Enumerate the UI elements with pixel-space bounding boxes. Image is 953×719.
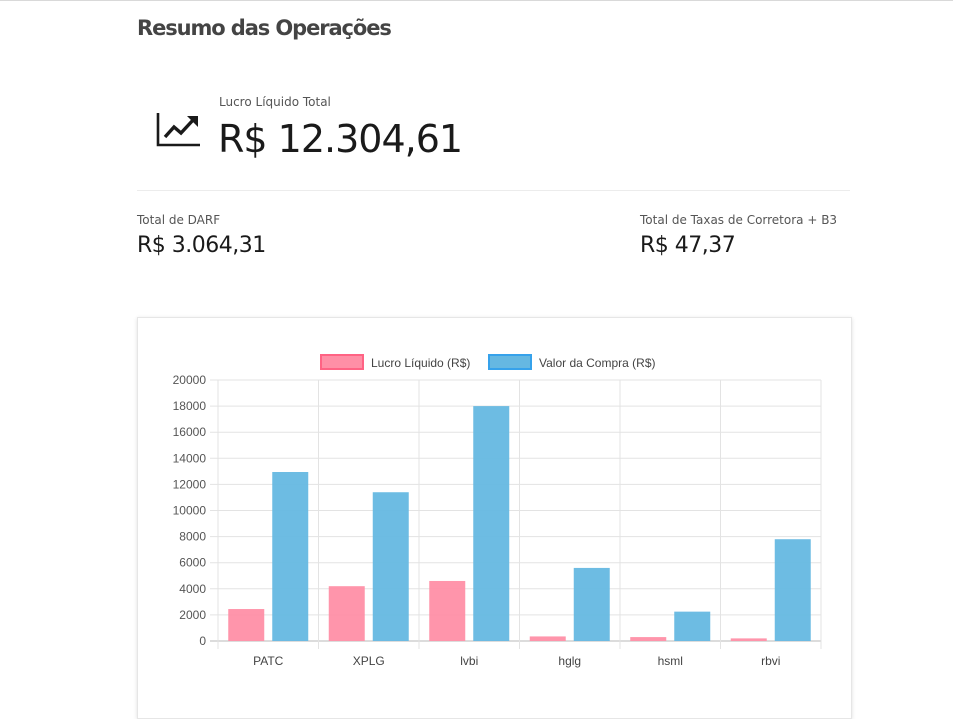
bar-chart: 0 2000 4000 6000 8000 10000 12000 14000 16000 180…: [173, 354, 822, 668]
chart-card: 0 2000 4000 6000 8000 10000 12000 14000 16000 180…: [137, 317, 852, 719]
section-divider: [137, 190, 850, 191]
y-tick-label: 20000: [173, 373, 207, 387]
page-title: Resumo das Operações: [137, 16, 392, 40]
bar-purchase: [372, 492, 409, 641]
x-tick-label: XPLG: [353, 654, 385, 668]
fees-label: Total de Taxas de Corretora + B3: [640, 213, 838, 227]
x-tick-label: rbvi: [761, 654, 780, 668]
legend-swatch-profit: [320, 354, 364, 370]
x-tick-label: PATC: [253, 654, 284, 668]
x-tick-label: hsml: [658, 654, 683, 668]
net-profit-value: R$ 12.304,61: [218, 117, 463, 161]
y-tick-label: 12000: [173, 477, 207, 491]
x-tick-label: lvbi: [460, 654, 478, 668]
darf-label: Total de DARF: [137, 213, 221, 227]
bar-profit: [630, 637, 667, 641]
bar-purchase: [272, 472, 309, 641]
bar-purchase: [774, 539, 811, 641]
legend-swatch-purchase: [488, 354, 532, 370]
bar-profit: [328, 586, 365, 641]
y-tick-label: 8000: [179, 530, 206, 544]
trending-up-chart-icon: [156, 113, 200, 147]
y-tick-label: 10000: [173, 504, 207, 518]
y-tick-label: 4000: [179, 582, 206, 596]
legend-label-profit: Lucro Líquido (R$): [371, 356, 470, 370]
y-tick-label: 2000: [179, 608, 206, 622]
bar-purchase: [674, 611, 711, 641]
fees-value: R$ 47,37: [640, 233, 736, 258]
bar-purchase: [573, 567, 610, 641]
legend-label-purchase: Valor da Compra (R$): [539, 356, 655, 370]
y-tick-label: 14000: [173, 451, 207, 465]
bar-profit: [730, 638, 767, 641]
bar-profit: [228, 609, 265, 641]
darf-value: R$ 3.064,31: [137, 233, 266, 258]
y-tick-label: 18000: [173, 399, 207, 413]
top-border: [0, 0, 953, 1]
bar-profit: [529, 636, 566, 641]
bar-profit: [429, 580, 466, 641]
bar-purchase: [473, 406, 510, 641]
y-tick-label: 0: [199, 634, 206, 648]
y-tick-label: 6000: [179, 556, 206, 570]
x-tick-label: hglg: [558, 654, 581, 668]
y-tick-label: 16000: [173, 425, 207, 439]
net-profit-label: Lucro Líquido Total: [219, 95, 331, 109]
